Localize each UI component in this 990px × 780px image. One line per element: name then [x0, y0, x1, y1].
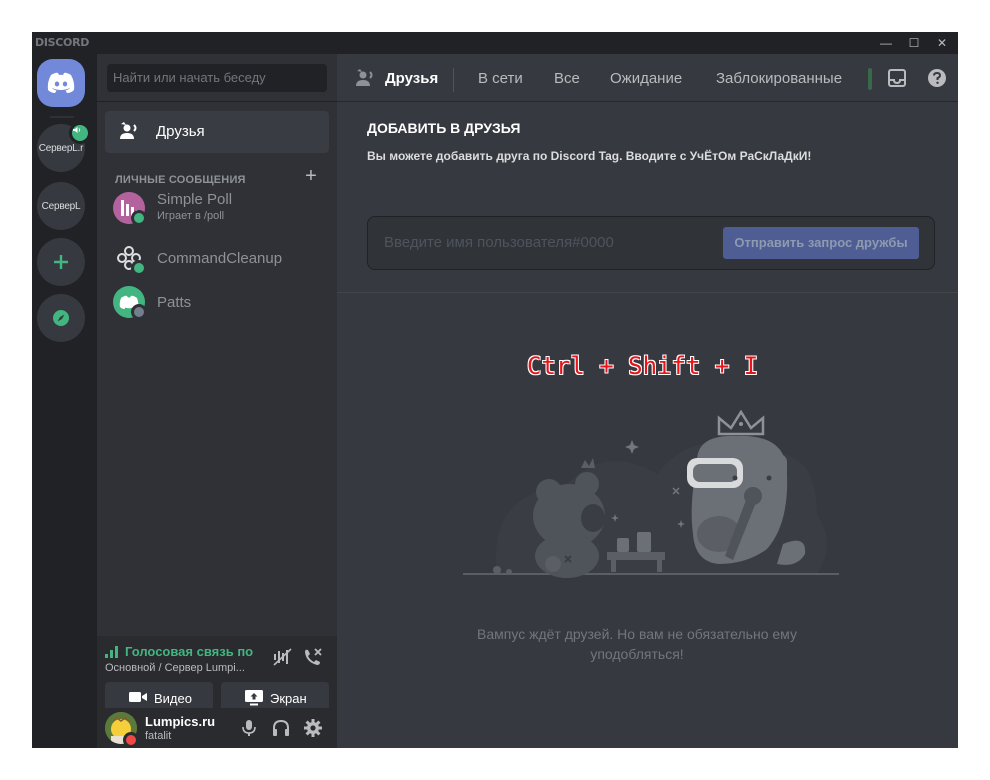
sidebar-header: Найти или начать беседу [97, 54, 337, 102]
explore-servers-button[interactable] [37, 294, 85, 342]
user-tag: fatalit [145, 730, 172, 742]
voice-channel-name[interactable]: Основной / Сервер Lumpi... [105, 662, 245, 674]
wumpus-waiting-illustration [463, 409, 839, 578]
add-friend-title: ДОБАВИТЬ В ДРУЗЬЯ [367, 120, 521, 136]
simple-poll-avatar [113, 192, 147, 226]
dm-header: ЛИЧНЫЕ СООБЩЕНИЯ [115, 174, 246, 186]
patts-avatar [113, 286, 147, 320]
server-1-label: СерверL.r [38, 142, 84, 154]
tab-divider [453, 68, 454, 92]
close-button[interactable]: ✕ [928, 32, 956, 54]
add-friend-description: Вы можете добавить друга по Discord Tag.… [367, 149, 812, 163]
disconnect-icon[interactable] [303, 648, 323, 666]
add-server-button[interactable] [37, 238, 85, 286]
dnd-status-dot [123, 732, 139, 748]
home-button[interactable] [37, 59, 85, 107]
search-input[interactable]: Найти или начать беседу [107, 64, 327, 92]
discord-logo-icon [47, 72, 75, 93]
hotkey-overlay-text: Ctrl + Shift + I [527, 352, 759, 380]
discord-wordmark: DISCORD [35, 36, 90, 49]
user-panel: Lumpics.ru fatalit [97, 708, 337, 748]
server-2[interactable]: СерверL [37, 182, 85, 230]
friends-main: Друзья В сети Все Ожидание Заблокированн… [337, 54, 958, 748]
online-status-dot [131, 260, 147, 276]
compass-icon [53, 310, 69, 326]
dm-name: Patts [157, 294, 192, 311]
title-bar: DISCORD — ☐ ✕ [32, 32, 958, 54]
tab-pending[interactable]: Ожидание [610, 70, 682, 87]
friends-tab-bar: Друзья В сети Все Ожидание Заблокированн… [337, 54, 958, 102]
settings-gear-icon[interactable] [303, 718, 323, 738]
dm-name: CommandCleanup [157, 250, 283, 267]
tab-blocked[interactable]: Заблокированные [716, 70, 842, 87]
headphones-icon[interactable] [271, 718, 291, 738]
add-friend-tab[interactable] [868, 68, 872, 90]
voice-speaker-icon [69, 122, 91, 144]
camera-icon [129, 692, 147, 702]
help-icon[interactable] [927, 68, 947, 88]
dm-item-simple-poll[interactable]: Simple Poll Играет в /poll [105, 188, 329, 230]
commandcleanup-avatar [113, 242, 147, 276]
empty-state-line-1: Вампус ждёт друзей. Но вам не обязательн… [477, 626, 797, 642]
dm-item-patts[interactable]: Patts [105, 282, 329, 324]
empty-state-line-2: уподобляться! [590, 646, 684, 662]
create-dm-icon[interactable]: + [303, 166, 319, 186]
offline-status-dot [131, 304, 147, 320]
app-window: DISCORD — ☐ ✕ СерверL.r СерверL Найти ил… [32, 32, 958, 748]
friends-icon [120, 122, 137, 139]
minimize-button[interactable]: — [872, 32, 900, 54]
dm-name: Simple Poll [157, 191, 233, 208]
dm-activity: Играет в /poll [157, 210, 225, 222]
video-label: Видео [154, 691, 192, 706]
server-2-label: СерверL [41, 200, 81, 212]
voice-status-title: Голосовая связь подк [125, 644, 253, 659]
microphone-icon[interactable] [239, 718, 259, 738]
send-friend-request-button[interactable]: Отправить запрос дружбы [723, 227, 919, 259]
online-status-dot [131, 210, 147, 226]
inbox-icon[interactable] [887, 68, 907, 88]
signal-icon [105, 646, 118, 658]
dm-sidebar: Найти или начать беседу Друзья ЛИЧНЫЕ СО… [97, 54, 337, 748]
screen-share-icon [245, 690, 263, 706]
plus-icon [54, 255, 68, 269]
sidebar-item-friends[interactable]: Друзья [105, 111, 329, 153]
friends-icon [356, 69, 373, 86]
noise-suppression-icon[interactable] [273, 648, 293, 666]
friends-label: Друзья [156, 123, 205, 140]
maximize-button[interactable]: ☐ [900, 32, 928, 54]
server-1[interactable]: СерверL.r [37, 122, 91, 172]
server-rail: СерверL.r СерверL [32, 54, 97, 748]
dm-item-commandcleanup[interactable]: CommandCleanup [105, 238, 329, 280]
username-input[interactable]: Введите имя пользователя#0000 [384, 234, 614, 251]
tab-online[interactable]: В сети [478, 70, 523, 87]
tab-friends-title: Друзья [385, 70, 439, 87]
empty-state-message: Вампус ждёт друзей. Но вам не обязательн… [467, 624, 807, 664]
screen-label: Экран [270, 691, 307, 706]
username: Lumpics.ru [145, 714, 216, 729]
tab-all[interactable]: Все [554, 70, 580, 87]
add-friend-section: ДОБАВИТЬ В ДРУЗЬЯ Вы можете добавить дру… [337, 102, 958, 293]
rail-separator [50, 116, 74, 118]
add-friend-field[interactable]: Введите имя пользователя#0000 Отправить … [367, 216, 935, 270]
